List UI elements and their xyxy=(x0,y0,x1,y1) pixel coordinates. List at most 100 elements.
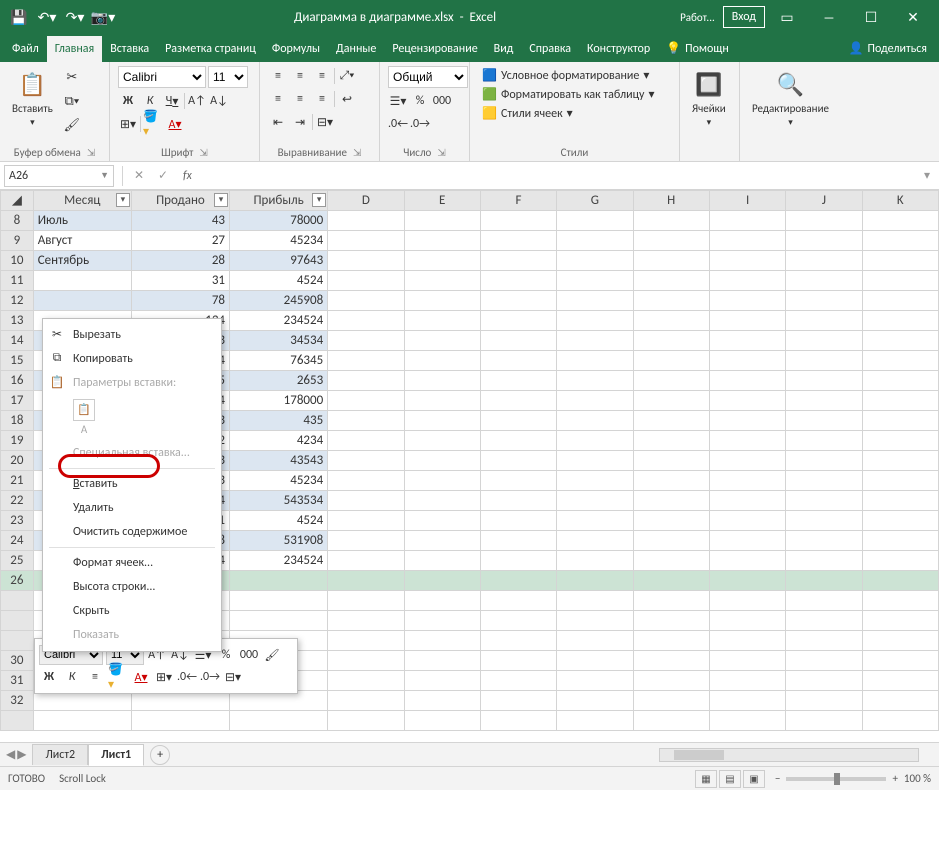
cell[interactable] xyxy=(480,371,556,391)
cell[interactable] xyxy=(480,251,556,271)
ctx-hide[interactable]: Скрыть xyxy=(43,599,221,623)
mini-bold-button[interactable]: Ж xyxy=(39,667,59,687)
cell[interactable] xyxy=(862,351,938,371)
cell[interactable] xyxy=(557,251,633,271)
font-name-combo[interactable]: Calibri xyxy=(118,66,206,88)
cell[interactable] xyxy=(557,631,633,651)
cell[interactable] xyxy=(480,411,556,431)
cell[interactable] xyxy=(862,591,938,611)
cell[interactable] xyxy=(480,691,556,711)
cell[interactable] xyxy=(633,571,709,591)
cell[interactable] xyxy=(404,551,480,571)
col-E[interactable]: E xyxy=(404,191,480,211)
cell[interactable]: 234524 xyxy=(230,311,328,331)
cell[interactable] xyxy=(862,511,938,531)
cell[interactable] xyxy=(862,271,938,291)
cell[interactable]: 2653 xyxy=(230,371,328,391)
cell[interactable] xyxy=(786,611,862,631)
orientation-icon[interactable]: ⤢▾ xyxy=(337,66,357,86)
cell[interactable]: 4234 xyxy=(230,431,328,451)
cell[interactable] xyxy=(633,531,709,551)
cell[interactable]: 76345 xyxy=(230,351,328,371)
row-header[interactable]: 8 xyxy=(1,211,34,231)
cell[interactable] xyxy=(862,491,938,511)
cell[interactable] xyxy=(404,711,480,731)
tab-insert[interactable]: Вставка xyxy=(102,36,157,62)
cell[interactable]: 45234 xyxy=(230,471,328,491)
cell[interactable] xyxy=(404,571,480,591)
cell[interactable] xyxy=(328,671,404,691)
increase-indent-icon[interactable]: ⇥ xyxy=(290,112,310,132)
cell[interactable] xyxy=(404,591,480,611)
cell[interactable] xyxy=(328,231,404,251)
cell[interactable] xyxy=(404,531,480,551)
ctx-format-cells[interactable]: Формат ячеек... xyxy=(43,551,221,575)
cell[interactable] xyxy=(633,251,709,271)
cell[interactable]: 245908 xyxy=(230,291,328,311)
cell[interactable] xyxy=(404,291,480,311)
cell[interactable] xyxy=(480,311,556,331)
row-header[interactable]: 14 xyxy=(1,331,34,351)
cell[interactable] xyxy=(557,231,633,251)
cell[interactable] xyxy=(709,411,785,431)
cell[interactable] xyxy=(786,231,862,251)
underline-button[interactable]: Ч▾ xyxy=(162,91,182,111)
row-header[interactable] xyxy=(1,591,34,611)
sheet-nav-prev-icon[interactable]: ◀ xyxy=(6,747,15,762)
tab-file[interactable]: Файл xyxy=(4,36,47,62)
cell[interactable] xyxy=(480,331,556,351)
cell[interactable] xyxy=(557,471,633,491)
cell[interactable] xyxy=(404,491,480,511)
cell[interactable] xyxy=(404,331,480,351)
page-layout-view-icon[interactable]: ▤ xyxy=(719,770,741,788)
cell[interactable] xyxy=(786,511,862,531)
cell[interactable]: 45234 xyxy=(230,231,328,251)
cell[interactable] xyxy=(709,631,785,651)
cell[interactable] xyxy=(709,391,785,411)
cell[interactable] xyxy=(557,431,633,451)
cell[interactable]: 435 xyxy=(230,411,328,431)
cell[interactable] xyxy=(328,711,404,731)
row-header[interactable]: 15 xyxy=(1,351,34,371)
cell[interactable] xyxy=(404,651,480,671)
row-header[interactable]: 12 xyxy=(1,291,34,311)
cell[interactable] xyxy=(633,611,709,631)
format-as-table-button[interactable]: 🟩Форматировать как таблицу▾ xyxy=(478,85,658,104)
mini-font-color-icon[interactable]: A▾ xyxy=(131,667,151,687)
cell[interactable] xyxy=(709,671,785,691)
tab-formulas[interactable]: Формулы xyxy=(264,36,328,62)
signin-button[interactable]: Вход xyxy=(723,6,765,28)
cell[interactable] xyxy=(709,711,785,731)
cell[interactable] xyxy=(131,711,229,731)
row-header[interactable] xyxy=(1,611,34,631)
cell[interactable] xyxy=(786,691,862,711)
cell[interactable] xyxy=(633,231,709,251)
cell[interactable] xyxy=(404,471,480,491)
share-button[interactable]: 👤 Поделиться xyxy=(841,35,935,62)
cell[interactable]: 43543 xyxy=(230,451,328,471)
mini-increase-decimal-icon[interactable]: .0← xyxy=(177,667,197,687)
cell[interactable] xyxy=(557,571,633,591)
cell[interactable]: 78 xyxy=(131,291,229,311)
borders-icon[interactable]: ⊞▾ xyxy=(118,114,138,134)
cell[interactable] xyxy=(480,271,556,291)
cell[interactable] xyxy=(786,451,862,471)
mini-italic-button[interactable]: К xyxy=(62,667,82,687)
format-painter-icon[interactable]: 🖌 xyxy=(61,114,83,136)
col-H[interactable]: H xyxy=(633,191,709,211)
row-header[interactable]: 32 xyxy=(1,691,34,711)
align-right-icon[interactable]: ≡ xyxy=(312,89,332,109)
cell[interactable] xyxy=(328,471,404,491)
cell[interactable] xyxy=(557,511,633,531)
zoom-in-button[interactable]: + xyxy=(892,772,897,785)
cell[interactable] xyxy=(557,611,633,631)
cell[interactable] xyxy=(480,631,556,651)
mini-comma-icon[interactable]: 000 xyxy=(239,645,259,665)
align-launcher[interactable]: ⇲ xyxy=(353,146,361,159)
cell[interactable] xyxy=(786,271,862,291)
cell[interactable] xyxy=(557,551,633,571)
cell[interactable] xyxy=(633,351,709,371)
cell[interactable] xyxy=(633,311,709,331)
row-header[interactable] xyxy=(1,631,34,651)
cell[interactable] xyxy=(328,251,404,271)
